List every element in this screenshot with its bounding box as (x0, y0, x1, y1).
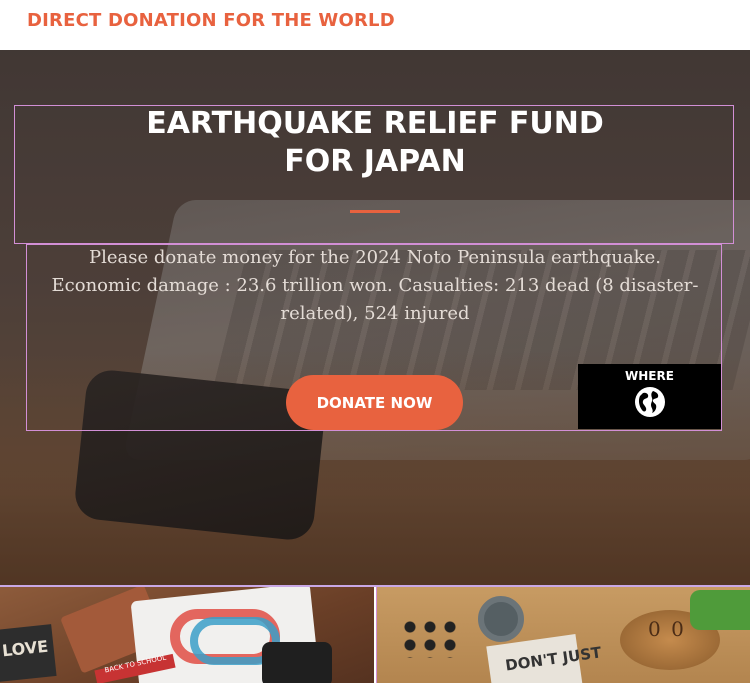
hero-description: Please donate money for the 2024 Noto Pe… (51, 247, 699, 324)
knobs-graphic (400, 618, 460, 658)
title-line-1: EARTHQUAKE RELIEF FUND (146, 106, 604, 141)
globe-icon (634, 387, 665, 417)
camera-graphic (262, 642, 332, 683)
where-label: WHERE (625, 369, 674, 383)
gallery-tile-left[interactable]: LOVE BACK TO SCHOOL (0, 587, 374, 683)
where-button[interactable]: WHERE (578, 364, 721, 429)
title-underline (350, 210, 400, 213)
pipe-graphic (478, 596, 524, 642)
green-object-graphic (690, 590, 750, 630)
site-brand-link[interactable]: DIRECT DONATION FOR THE WORLD (27, 10, 395, 31)
top-bar: DIRECT DONATION FOR THE WORLD (0, 0, 750, 50)
donate-now-button[interactable]: DONATE NOW (286, 375, 463, 430)
title-line-2: FOR JAPAN (284, 144, 466, 179)
page-title: EARTHQUAKE RELIEF FUND FOR JAPAN (0, 105, 750, 181)
dial-text: 0 0 (648, 617, 686, 641)
